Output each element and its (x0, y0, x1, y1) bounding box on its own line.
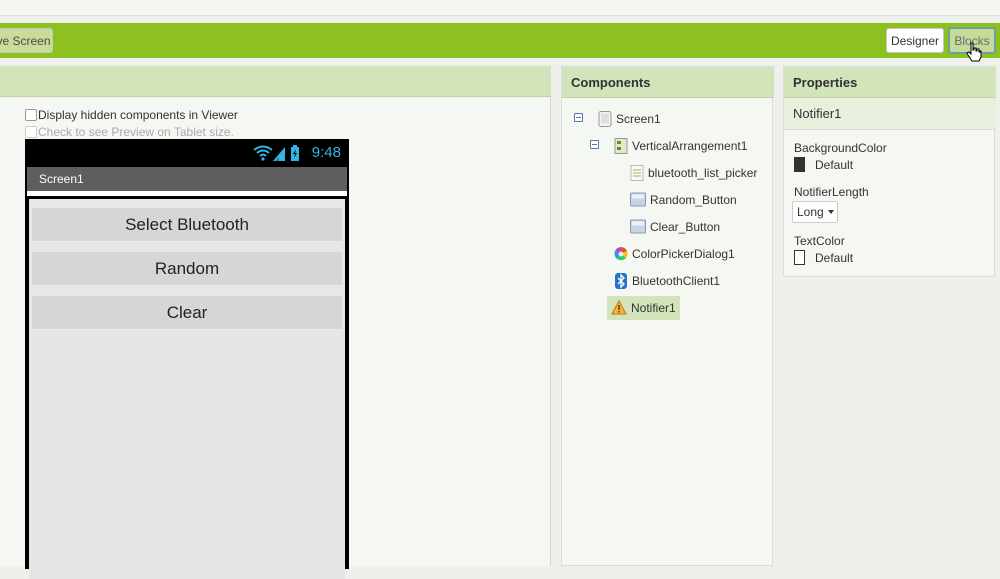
button-icon (630, 219, 646, 234)
title-separator (27, 191, 347, 196)
viewer-header (0, 66, 551, 97)
components-panel: Components Screen1 VerticalArrangement1 … (561, 66, 774, 566)
phone-screen-title: Screen1 (39, 172, 84, 186)
phone-clock: 9:48 (311, 144, 341, 161)
tree-item-label: VerticalArrangement1 (632, 139, 748, 153)
color-wheel-icon (614, 247, 628, 261)
tree-item-label: Screen1 (616, 112, 661, 126)
clear-button[interactable]: Clear (31, 295, 343, 330)
chevron-down-icon (827, 210, 834, 214)
button-icon (630, 192, 646, 207)
tablet-preview-label: Check to see Preview on Tablet size. (38, 125, 234, 139)
random-button[interactable]: Random (31, 251, 343, 286)
phone-preview: 9:48 Screen1 Select Bluetooth Random Cle… (25, 139, 349, 579)
hidden-components-checkbox[interactable] (25, 109, 37, 121)
collapse-vertical-arrangement-toggle[interactable] (590, 140, 599, 149)
components-header: Components (562, 67, 774, 98)
tree-item-notifier1[interactable]: Notifier1 (607, 296, 680, 320)
text-color-label: TextColor (794, 234, 845, 248)
tree-item-screen1[interactable]: Screen1 (598, 108, 661, 130)
status-icons (253, 145, 299, 161)
wifi-icon (253, 145, 273, 157)
background-color-value: Default (815, 157, 854, 172)
phone-title-bar: Screen1 (27, 167, 347, 191)
vertical-arrangement-icon (614, 138, 628, 154)
bluetooth-icon (615, 273, 627, 289)
tree-item-bluetoothclient1[interactable]: BluetoothClient1 (614, 270, 720, 292)
background-color-swatch[interactable] (794, 157, 805, 172)
tree-item-label: Notifier1 (631, 301, 676, 315)
select-bluetooth-button[interactable]: Select Bluetooth (31, 207, 343, 242)
phone-status-bar: 9:48 (25, 139, 349, 167)
tree-item-random-button[interactable]: Random_Button (630, 189, 737, 211)
tree-item-clear-button[interactable]: Clear_Button (630, 216, 720, 238)
background-color-picker[interactable]: Default (794, 157, 853, 172)
tablet-preview-toggle[interactable]: Check to see Preview on Tablet size. (25, 125, 234, 139)
viewer-panel: Display hidden components in Viewer Chec… (0, 66, 551, 579)
tree-item-colorpickerdialog1[interactable]: ColorPickerDialog1 (614, 243, 735, 265)
designer-button[interactable]: Designer (886, 28, 944, 53)
selected-component-name: Notifier1 (784, 98, 996, 130)
battery-icon (291, 145, 299, 161)
top-strip (0, 0, 1000, 16)
text-color-swatch[interactable] (794, 250, 805, 265)
phone-screen: Select Bluetooth Random Clear (29, 199, 345, 579)
tree-item-label: BluetoothClient1 (632, 274, 721, 288)
tree-item-label: bluetooth_list_picker (648, 166, 758, 180)
tree-item-label: ColorPickerDialog1 (632, 247, 735, 261)
notifier-length-value: Long (797, 205, 824, 219)
hand-pointer-icon (966, 42, 982, 62)
notifier-length-label: NotifierLength (794, 185, 869, 199)
notifier-length-select[interactable]: Long (792, 201, 838, 223)
text-color-value: Default (815, 250, 854, 265)
tree-item-bluetooth-list-picker[interactable]: bluetooth_list_picker (630, 162, 757, 184)
tablet-preview-checkbox[interactable] (25, 126, 37, 138)
properties-header: Properties (784, 67, 996, 98)
tree-item-label: Clear_Button (650, 220, 721, 234)
text-color-picker[interactable]: Default (794, 250, 853, 265)
toolbar (0, 23, 1000, 58)
tree-item-label: Random_Button (650, 193, 737, 207)
screen-icon (598, 111, 612, 127)
tree-item-verticalarrangement1[interactable]: VerticalArrangement1 (614, 135, 747, 157)
properties-panel: Properties Notifier1 BackgroundColor Def… (783, 66, 996, 277)
list-picker-icon (630, 165, 644, 181)
hidden-components-label: Display hidden components in Viewer (38, 108, 238, 122)
hidden-components-toggle[interactable]: Display hidden components in Viewer (25, 108, 238, 122)
collapse-screen1-toggle[interactable] (574, 113, 583, 122)
remove-screen-button[interactable]: ve Screen (0, 28, 53, 53)
background-color-label: BackgroundColor (794, 141, 887, 155)
warning-icon (611, 300, 627, 315)
